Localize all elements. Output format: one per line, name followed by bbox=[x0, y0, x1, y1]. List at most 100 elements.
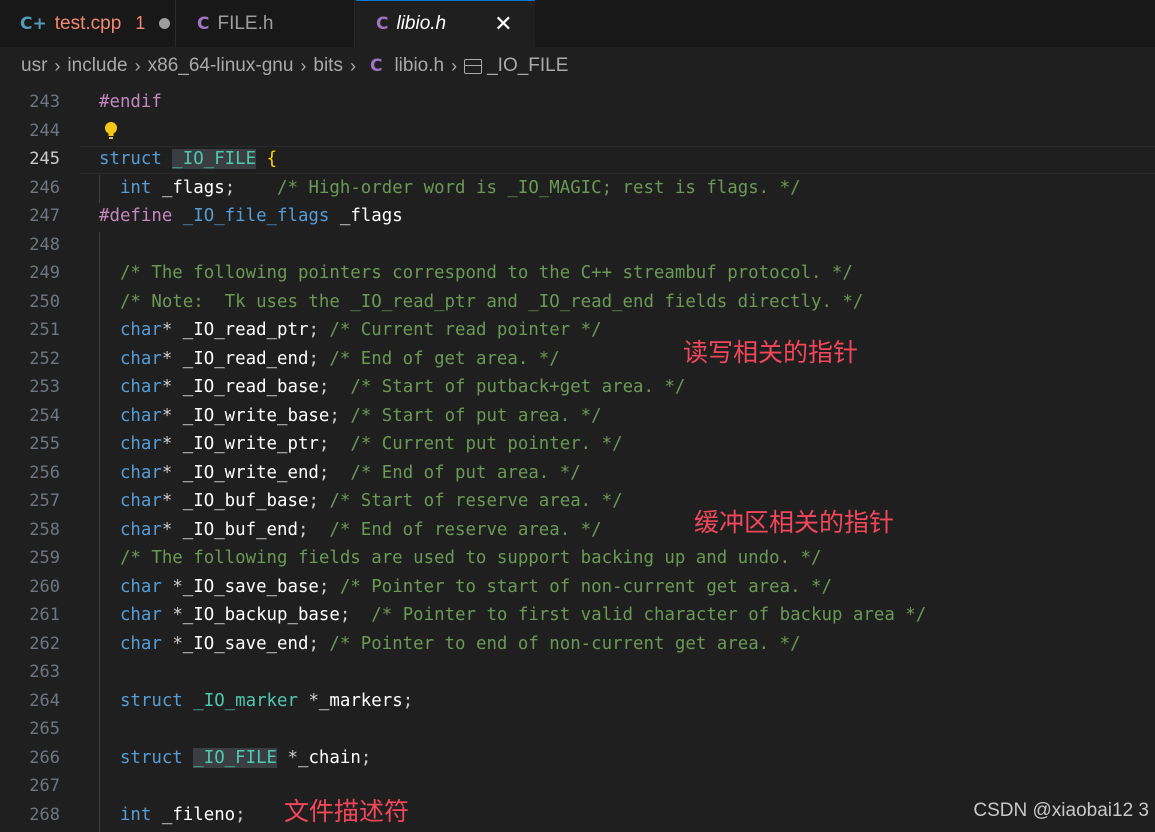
code-line: char *_IO_backup_base; /* Pointer to fir… bbox=[99, 601, 926, 629]
code-token: /* Current read pointer */ bbox=[329, 320, 602, 340]
c-file-icon: C bbox=[369, 56, 383, 76]
line-number: 244 bbox=[29, 120, 60, 141]
code-line: char* _IO_write_base; /* Start of put ar… bbox=[99, 402, 602, 430]
chevron-right-icon: › bbox=[451, 55, 458, 76]
code-token: char bbox=[119, 491, 162, 511]
breadcrumb-item-file[interactable]: libio.h bbox=[394, 55, 444, 77]
breadcrumb-item-arch[interactable]: x86_64-linux-gnu bbox=[148, 55, 294, 77]
breadcrumb-item-include[interactable]: include bbox=[67, 55, 127, 77]
tab-test-cpp[interactable]: C+ test.cpp 1 bbox=[0, 0, 176, 47]
code-line: /* The following fields are used to supp… bbox=[99, 544, 822, 572]
code-token: _IO_save_end bbox=[182, 633, 309, 654]
code-token: /* End of get area. */ bbox=[329, 348, 560, 369]
code-token: * bbox=[161, 519, 183, 540]
line-number: 258 bbox=[29, 519, 60, 540]
line-number: 252 bbox=[29, 348, 60, 369]
code-token: { bbox=[266, 149, 278, 169]
code-token: _chain bbox=[297, 747, 361, 768]
code-token: ; bbox=[318, 377, 351, 397]
line-number: 268 bbox=[29, 804, 60, 825]
breadcrumb-item-symbol[interactable]: _IO_FILE bbox=[487, 55, 568, 77]
watermark: CSDN @xiaobai12 3 bbox=[973, 800, 1149, 821]
code-token: ; bbox=[339, 605, 372, 625]
tab-file-h[interactable]: C FILE.h bbox=[177, 0, 355, 47]
annotation-buffer-pointers: 缓冲区相关的指针 bbox=[694, 508, 895, 537]
code-line: char *_IO_save_end; /* Pointer to end of… bbox=[99, 630, 801, 658]
line-number: 245 bbox=[29, 149, 60, 169]
breadcrumb-item-bits[interactable]: bits bbox=[313, 55, 343, 77]
code-token: * bbox=[161, 633, 183, 654]
code-token: struct bbox=[99, 149, 162, 169]
close-icon[interactable]: ✕ bbox=[494, 12, 512, 37]
code-token: ; bbox=[329, 405, 351, 426]
line-number: 243 bbox=[29, 92, 60, 112]
code-token: ; bbox=[297, 519, 330, 540]
problems-count-badge: 1 bbox=[135, 13, 146, 33]
unsaved-dot-icon[interactable] bbox=[159, 18, 171, 29]
code-token: * bbox=[277, 747, 298, 768]
code-token: char bbox=[119, 434, 162, 454]
annotation-read-write-pointers: 读写相关的指针 bbox=[683, 338, 859, 367]
code-token: _fileno bbox=[161, 804, 236, 825]
code-line: #define _IO_file_flags _flags bbox=[99, 202, 403, 230]
code-line: struct _IO_marker *_markers; bbox=[99, 687, 413, 715]
code-token: /* The following pointers correspond to … bbox=[119, 263, 853, 283]
code-line: char* _IO_read_base; /* Start of putback… bbox=[99, 373, 685, 401]
code-token: _flags bbox=[161, 177, 225, 198]
code-line: struct _IO_FILE *_chain; bbox=[99, 744, 371, 772]
breadcrumb-item-usr[interactable]: usr bbox=[21, 55, 47, 77]
line-number: 255 bbox=[29, 434, 60, 454]
line-number: 251 bbox=[29, 320, 60, 340]
code-line: struct _IO_FILE { bbox=[99, 145, 277, 173]
code-token: ; bbox=[318, 434, 351, 454]
code-token: char bbox=[119, 576, 162, 597]
line-number: 246 bbox=[29, 177, 60, 198]
tab-label: FILE.h bbox=[217, 12, 274, 34]
code-token: /* High-order word is _IO_MAGIC; rest is… bbox=[277, 177, 801, 198]
code-token: ; bbox=[224, 177, 278, 198]
code-token: char bbox=[119, 348, 162, 369]
line-number: 264 bbox=[29, 690, 60, 711]
code-token: int bbox=[119, 177, 152, 198]
code-token: _IO_write_base bbox=[182, 405, 330, 426]
code-token: /* End of put area. */ bbox=[350, 462, 581, 483]
line-number: 259 bbox=[29, 548, 60, 568]
chevron-right-icon: › bbox=[54, 55, 61, 76]
code-token: /* Pointer to start of non-current get a… bbox=[339, 576, 832, 597]
line-number: 248 bbox=[29, 234, 60, 255]
code-token: _IO_read_end bbox=[182, 348, 309, 369]
line-number: 260 bbox=[29, 576, 60, 597]
code-token: /* Start of put area. */ bbox=[350, 405, 602, 426]
code-token: _IO_read_base bbox=[182, 377, 319, 397]
code-token: * bbox=[161, 348, 183, 369]
code-token: int bbox=[119, 804, 152, 825]
code-line: /* Note: Tk uses the _IO_read_ptr and _I… bbox=[99, 288, 863, 316]
line-number: 253 bbox=[29, 377, 60, 397]
lightbulb-icon[interactable] bbox=[103, 117, 119, 145]
code-editor[interactable]: 243 244 245 246 247 248 249 250 251 252 253 254 255 2… bbox=[0, 85, 1155, 832]
code-line: /* The following pointers correspond to … bbox=[99, 259, 853, 287]
chevron-right-icon: › bbox=[349, 55, 356, 76]
tab-label: test.cpp bbox=[54, 12, 122, 34]
chevron-right-icon: › bbox=[134, 55, 141, 76]
tab-libio-h[interactable]: C libio.h ✕ bbox=[356, 0, 535, 47]
code-token: _IO_write_end bbox=[182, 462, 319, 483]
chevron-right-icon: › bbox=[300, 55, 307, 76]
code-token: ; bbox=[318, 576, 340, 597]
code-token: _flags bbox=[339, 206, 403, 226]
code-token: char bbox=[119, 519, 162, 540]
struct-symbol-icon bbox=[464, 58, 483, 74]
code-token: _IO_FILE bbox=[172, 149, 257, 169]
